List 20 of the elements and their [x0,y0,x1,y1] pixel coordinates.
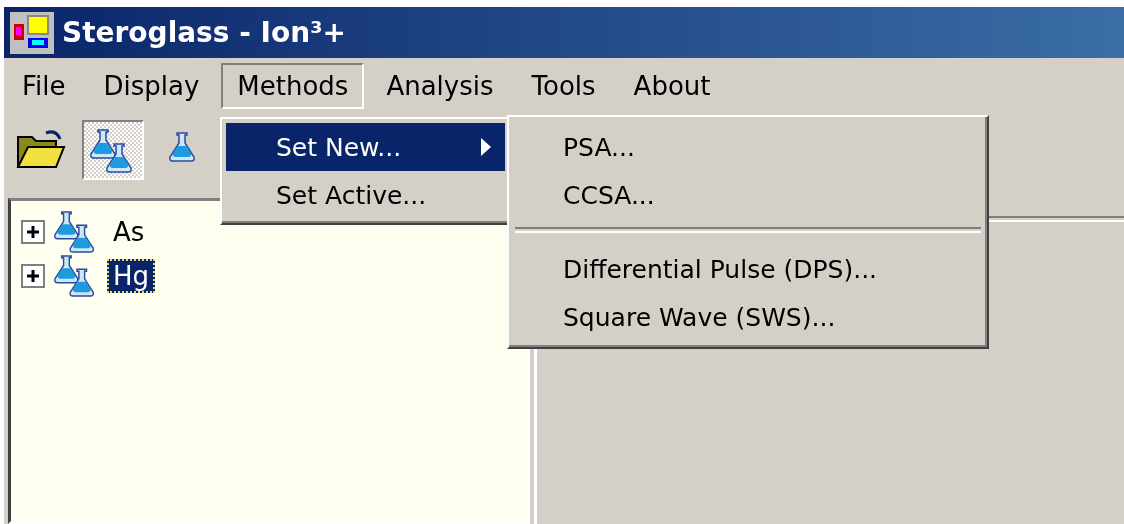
expand-icon[interactable] [21,220,45,244]
menu-item[interactable]: PSA... [513,123,983,171]
menu-item[interactable]: CCSA... [513,171,983,219]
menu-item[interactable]: About [617,63,727,109]
menu-item[interactable]: Methods [221,63,365,109]
menu-item[interactable]: Analysis [370,63,510,109]
menu-item[interactable]: File [6,63,82,109]
menu-item[interactable]: Display [87,63,216,109]
tree-item[interactable]: Hg [107,259,156,293]
window-title: Steroglass - Ion³+ [62,16,346,49]
toolbar-button[interactable] [82,120,144,180]
app-icon [10,11,54,54]
tree-item[interactable]: As [107,215,151,249]
menu-item[interactable]: Differential Pulse (DPS)... [513,245,983,293]
menu-item[interactable]: Set New... [226,123,505,171]
menu-item[interactable]: Square Wave (SWS)... [513,293,983,341]
menu-item[interactable]: Set Active... [226,171,505,219]
menu-item[interactable]: Tools [515,63,612,109]
expand-icon[interactable] [21,264,45,288]
folder-icon [16,129,66,171]
